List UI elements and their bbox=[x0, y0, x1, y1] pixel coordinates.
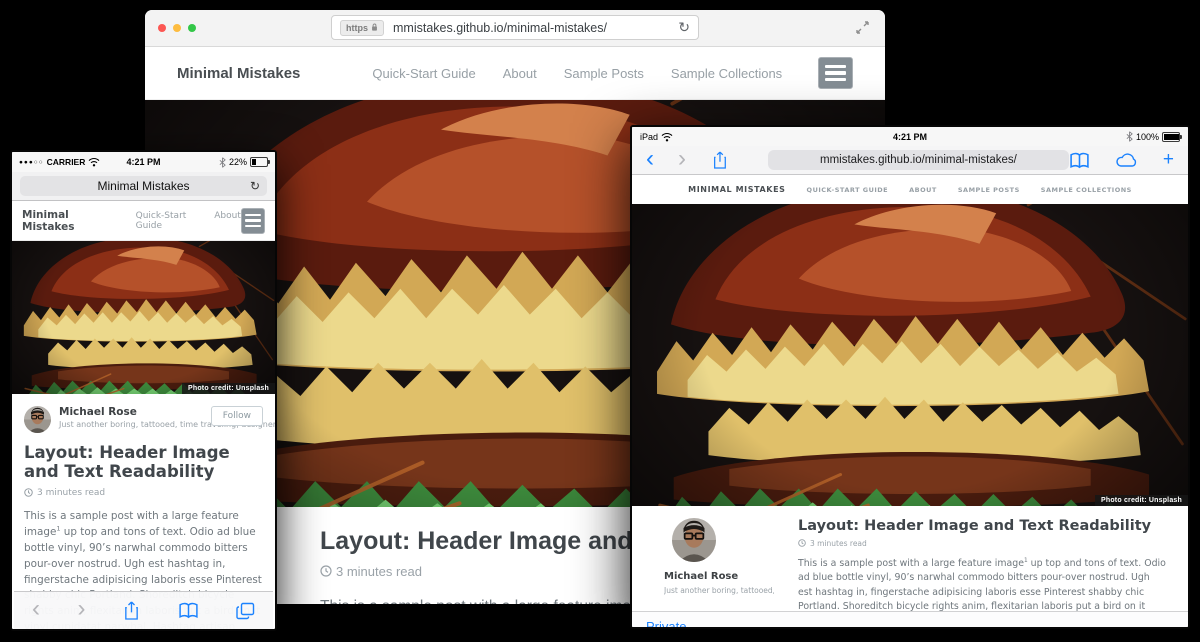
read-time: 3 minutes read bbox=[798, 539, 1166, 548]
clock-icon bbox=[320, 565, 332, 577]
bluetooth-icon bbox=[219, 157, 226, 168]
ipad-status-bar: iPad 4:21 PM 100% bbox=[632, 127, 1188, 146]
site-masthead: Minimal Mistakes Quick-Start Guide About bbox=[12, 201, 275, 241]
nav-item-about[interactable]: About bbox=[909, 186, 937, 194]
device-showcase: https mmistakes.github.io/minimal-mistak… bbox=[0, 0, 1200, 642]
leaves-photo bbox=[12, 241, 275, 394]
private-browsing-bar: Private bbox=[632, 611, 1188, 629]
share-icon[interactable] bbox=[123, 600, 140, 621]
post-header-image: Photo credit: Unsplash bbox=[632, 204, 1188, 506]
site-title-link[interactable]: Minimal Mistakes bbox=[177, 65, 300, 82]
battery-icon bbox=[250, 157, 268, 167]
reload-icon[interactable]: ↻ bbox=[250, 179, 260, 193]
https-badge: https bbox=[340, 20, 384, 36]
nav-item-sample-posts[interactable]: Sample Posts bbox=[564, 66, 644, 81]
safari-bottom-toolbar: ‹ › bbox=[14, 591, 273, 629]
close-window-button[interactable] bbox=[158, 24, 166, 32]
iphone-url-row: Minimal Mistakes ↻ bbox=[12, 172, 275, 201]
icloud-tabs-icon[interactable] bbox=[1115, 152, 1138, 168]
bluetooth-icon bbox=[1126, 131, 1133, 142]
nav-item-sample-collections[interactable]: Sample Collections bbox=[671, 66, 782, 81]
clock-icon bbox=[24, 488, 33, 497]
battery-percent: 100% bbox=[1136, 132, 1159, 142]
share-icon[interactable] bbox=[712, 150, 728, 170]
site-masthead: Minimal Mistakes Quick-Start Guide About… bbox=[145, 47, 885, 100]
iphone-url-text: Minimal Mistakes bbox=[97, 179, 189, 193]
window-controls bbox=[158, 24, 196, 32]
browser-titlebar: https mmistakes.github.io/minimal-mistak… bbox=[145, 10, 885, 47]
minimize-window-button[interactable] bbox=[173, 24, 181, 32]
post-title: Layout: Header Image and Text Readabilit… bbox=[798, 518, 1166, 535]
author-profile: Michael Rose Just another boring, tattoo… bbox=[24, 406, 263, 433]
author-avatar bbox=[672, 518, 716, 562]
battery-icon bbox=[1162, 132, 1180, 142]
menu-icon bbox=[825, 65, 846, 68]
site-nav: Quick-Start Guide About bbox=[136, 211, 241, 231]
fullscreen-icon[interactable] bbox=[856, 21, 869, 34]
site-nav: Quick-Start Guide About Sample Posts Sam… bbox=[372, 66, 782, 81]
lock-icon bbox=[371, 23, 378, 32]
author-name: Michael Rose bbox=[664, 571, 774, 582]
status-time: 4:21 PM bbox=[632, 132, 1188, 142]
site-title-link[interactable]: Minimal Mistakes bbox=[688, 185, 785, 194]
nav-item-quick-start[interactable]: Quick-Start Guide bbox=[136, 211, 198, 231]
iphone-safari: ●●●○○ CARRIER 4:21 PM 22% Minimal Mistak… bbox=[10, 150, 277, 631]
site-masthead: Minimal Mistakes Quick-Start Guide About… bbox=[632, 175, 1188, 204]
iphone-url-bar[interactable]: Minimal Mistakes ↻ bbox=[20, 176, 267, 196]
forward-button[interactable]: › bbox=[78, 597, 86, 621]
author-name: Michael Rose bbox=[59, 406, 211, 418]
reload-icon[interactable]: ↻ bbox=[678, 19, 690, 36]
menu-toggle-button[interactable] bbox=[241, 208, 265, 234]
iphone-status-bar: ●●●○○ CARRIER 4:21 PM 22% bbox=[12, 152, 275, 172]
site-title-link[interactable]: Minimal Mistakes bbox=[22, 209, 110, 233]
battery-percent: 22% bbox=[229, 157, 247, 167]
post-header-image: Photo credit: Unsplash bbox=[12, 241, 275, 394]
ipad-url-bar[interactable]: mmistakes.github.io/minimal-mistakes/ bbox=[768, 150, 1069, 170]
photo-credit: Photo credit: Unsplash bbox=[1095, 495, 1188, 506]
nav-item-about[interactable]: About bbox=[503, 66, 537, 81]
author-bio: Just another boring, tattooed, bbox=[664, 586, 774, 595]
back-button[interactable]: ‹ bbox=[32, 597, 40, 621]
nav-item-about[interactable]: About bbox=[214, 211, 241, 231]
ipad-url-text: mmistakes.github.io/minimal-mistakes/ bbox=[820, 154, 1017, 166]
author-avatar bbox=[24, 406, 51, 433]
status-right: 100% bbox=[1126, 131, 1180, 142]
photo-credit: Photo credit: Unsplash bbox=[182, 383, 275, 394]
nav-item-quick-start[interactable]: Quick-Start Guide bbox=[807, 186, 889, 194]
safari-toolbar: ‹ › mmistakes.github.io/minimal-mistakes… bbox=[632, 146, 1188, 175]
url-text: mmistakes.github.io/minimal-mistakes/ bbox=[393, 21, 607, 35]
private-button[interactable]: Private bbox=[646, 619, 686, 629]
post-content: Michael Rose Just another boring, tattoo… bbox=[632, 506, 1188, 611]
post-title: Layout: Header Image and Text Readabilit… bbox=[24, 444, 254, 482]
author-profile: Michael Rose Just another boring, tattoo… bbox=[662, 518, 774, 611]
bookmarks-icon[interactable] bbox=[1069, 152, 1090, 169]
bookmarks-icon[interactable] bbox=[178, 602, 199, 619]
url-bar[interactable]: https mmistakes.github.io/minimal-mistak… bbox=[331, 15, 699, 40]
nav-item-quick-start[interactable]: Quick-Start Guide bbox=[372, 66, 475, 81]
clock-icon bbox=[798, 539, 806, 547]
leaves-photo bbox=[632, 204, 1188, 506]
follow-button[interactable]: Follow bbox=[211, 406, 263, 426]
read-time: 3 minutes read bbox=[24, 488, 263, 498]
ipad-safari: iPad 4:21 PM 100% ‹ › bbox=[630, 125, 1190, 629]
menu-icon bbox=[245, 214, 261, 217]
zoom-window-button[interactable] bbox=[188, 24, 196, 32]
new-tab-button[interactable]: + bbox=[1163, 150, 1174, 169]
menu-toggle-button[interactable] bbox=[818, 57, 853, 89]
back-button[interactable]: ‹ bbox=[646, 147, 654, 171]
tabs-icon[interactable] bbox=[236, 602, 255, 620]
forward-button[interactable]: › bbox=[678, 147, 686, 171]
nav-item-sample-posts[interactable]: Sample Posts bbox=[958, 186, 1020, 194]
post-paragraph: This is a sample post with a large featu… bbox=[798, 557, 1166, 611]
author-bio: Just another boring, tattooed, time trav… bbox=[59, 420, 211, 429]
https-label: https bbox=[346, 23, 368, 33]
nav-item-sample-collections[interactable]: Sample Collections bbox=[1041, 186, 1132, 194]
status-right: 22% bbox=[219, 157, 268, 168]
post-content: Michael Rose Just another boring, tattoo… bbox=[12, 394, 275, 631]
